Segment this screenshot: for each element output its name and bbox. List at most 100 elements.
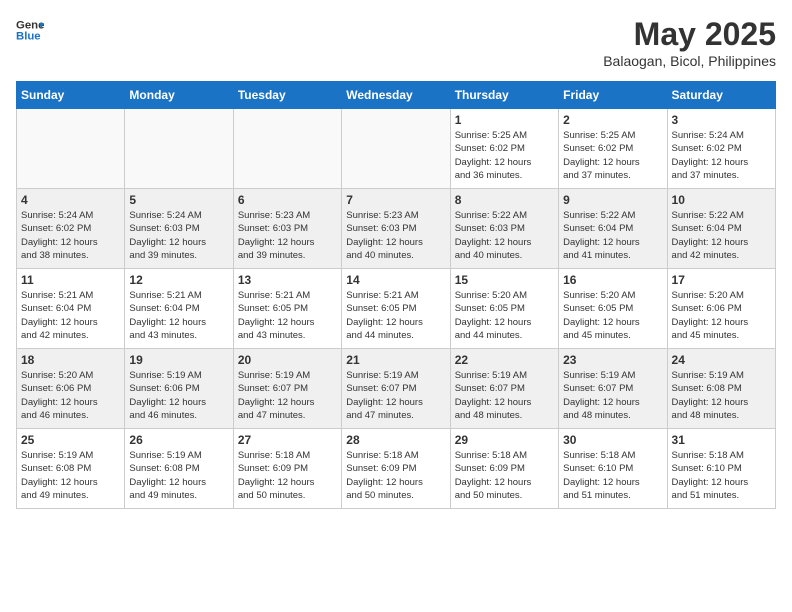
day-number: 9 [563,193,662,207]
day-info: Sunrise: 5:19 AM Sunset: 6:07 PM Dayligh… [346,369,445,422]
calendar-week-row: 1 Sunrise: 5:25 AM Sunset: 6:02 PM Daylig… [17,109,776,189]
day-info: Sunrise: 5:23 AM Sunset: 6:03 PM Dayligh… [238,209,337,262]
calendar-cell: 16 Sunrise: 5:20 AM Sunset: 6:05 PM Dayli… [559,269,667,349]
day-number: 12 [129,273,228,287]
day-info: Sunrise: 5:21 AM Sunset: 6:05 PM Dayligh… [238,289,337,342]
day-info: Sunrise: 5:18 AM Sunset: 6:09 PM Dayligh… [346,449,445,502]
day-info: Sunrise: 5:20 AM Sunset: 6:05 PM Dayligh… [563,289,662,342]
day-number: 7 [346,193,445,207]
day-number: 5 [129,193,228,207]
calendar-cell: 30Sunrise: 5:18 AM Sunset: 6:10 PM Dayli… [559,429,667,509]
calendar-cell: 19Sunrise: 5:19 AM Sunset: 6:06 PM Dayli… [125,349,233,429]
day-info: Sunrise: 5:23 AM Sunset: 6:03 PM Dayligh… [346,209,445,262]
day-number: 22 [455,353,554,367]
day-number: 23 [563,353,662,367]
day-number: 21 [346,353,445,367]
day-info: Sunrise: 5:24 AM Sunset: 6:02 PM Dayligh… [21,209,120,262]
calendar-week-row: 11Sunrise: 5:21 AM Sunset: 6:04 PM Dayli… [17,269,776,349]
svg-text:Blue: Blue [16,31,41,43]
logo: General Blue [16,16,44,44]
calendar-cell: 26 Sunrise: 5:19 AM Sunset: 6:08 PM Dayli… [125,429,233,509]
day-number: 2 [563,113,662,127]
day-number: 15 [455,273,554,287]
day-info: Sunrise: 5:24 AM Sunset: 6:02 PM Dayligh… [672,129,771,182]
location: Balaogan, Bicol, Philippines [603,53,776,69]
day-info: Sunrise: 5:18 AM Sunset: 6:10 PM Dayligh… [672,449,771,502]
weekday-header-tuesday: Tuesday [233,82,341,109]
calendar-cell: 11Sunrise: 5:21 AM Sunset: 6:04 PM Dayli… [17,269,125,349]
calendar-cell: 17Sunrise: 5:20 AM Sunset: 6:06 PM Dayli… [667,269,775,349]
day-info: Sunrise: 5:19 AM Sunset: 6:07 PM Dayligh… [455,369,554,422]
day-number: 24 [672,353,771,367]
day-info: Sunrise: 5:20 AM Sunset: 6:05 PM Dayligh… [455,289,554,342]
day-number: 30 [563,433,662,447]
day-info: Sunrise: 5:18 AM Sunset: 6:09 PM Dayligh… [455,449,554,502]
day-info: Sunrise: 5:24 AM Sunset: 6:03 PM Dayligh… [129,209,228,262]
day-number: 16 [563,273,662,287]
calendar-week-row: 18Sunrise: 5:20 AM Sunset: 6:06 PM Dayli… [17,349,776,429]
day-number: 28 [346,433,445,447]
calendar-cell: 13 Sunrise: 5:21 AM Sunset: 6:05 PM Dayli… [233,269,341,349]
day-info: Sunrise: 5:21 AM Sunset: 6:04 PM Dayligh… [21,289,120,342]
calendar-cell [125,109,233,189]
day-number: 18 [21,353,120,367]
day-number: 1 [455,113,554,127]
logo-icon: General Blue [16,16,44,44]
calendar-cell: 29 Sunrise: 5:18 AM Sunset: 6:09 PM Dayli… [450,429,558,509]
day-number: 29 [455,433,554,447]
calendar-cell: 12 Sunrise: 5:21 AM Sunset: 6:04 PM Dayli… [125,269,233,349]
day-info: Sunrise: 5:19 AM Sunset: 6:07 PM Dayligh… [238,369,337,422]
day-info: Sunrise: 5:25 AM Sunset: 6:02 PM Dayligh… [563,129,662,182]
calendar-cell: 1 Sunrise: 5:25 AM Sunset: 6:02 PM Daylig… [450,109,558,189]
calendar-cell [17,109,125,189]
calendar-cell: 4 Sunrise: 5:24 AM Sunset: 6:02 PM Daylig… [17,189,125,269]
day-info: Sunrise: 5:22 AM Sunset: 6:04 PM Dayligh… [563,209,662,262]
day-info: Sunrise: 5:19 AM Sunset: 6:08 PM Dayligh… [672,369,771,422]
day-number: 10 [672,193,771,207]
day-number: 26 [129,433,228,447]
calendar-cell: 28 Sunrise: 5:18 AM Sunset: 6:09 PM Dayli… [342,429,450,509]
calendar-cell: 27 Sunrise: 5:18 AM Sunset: 6:09 PM Dayli… [233,429,341,509]
page-header: General Blue May 2025 Balaogan, Bicol, P… [16,16,776,69]
calendar-cell [342,109,450,189]
calendar-cell: 25 Sunrise: 5:19 AM Sunset: 6:08 PM Dayli… [17,429,125,509]
day-number: 4 [21,193,120,207]
day-info: Sunrise: 5:19 AM Sunset: 6:08 PM Dayligh… [21,449,120,502]
svg-text:General: General [16,19,44,31]
day-number: 13 [238,273,337,287]
calendar-cell: 10 Sunrise: 5:22 AM Sunset: 6:04 PM Dayli… [667,189,775,269]
day-number: 27 [238,433,337,447]
weekday-header-saturday: Saturday [667,82,775,109]
day-info: Sunrise: 5:18 AM Sunset: 6:09 PM Dayligh… [238,449,337,502]
day-number: 25 [21,433,120,447]
weekday-header-monday: Monday [125,82,233,109]
calendar-cell: 2 Sunrise: 5:25 AM Sunset: 6:02 PM Daylig… [559,109,667,189]
day-info: Sunrise: 5:22 AM Sunset: 6:03 PM Dayligh… [455,209,554,262]
day-info: Sunrise: 5:21 AM Sunset: 6:04 PM Dayligh… [129,289,228,342]
weekday-header-row: SundayMondayTuesdayWednesdayThursdayFrid… [17,82,776,109]
calendar-cell: 31Sunrise: 5:18 AM Sunset: 6:10 PM Dayli… [667,429,775,509]
calendar-cell [233,109,341,189]
day-number: 6 [238,193,337,207]
calendar-cell: 9 Sunrise: 5:22 AM Sunset: 6:04 PM Daylig… [559,189,667,269]
calendar-table: SundayMondayTuesdayWednesdayThursdayFrid… [16,81,776,509]
day-info: Sunrise: 5:19 AM Sunset: 6:07 PM Dayligh… [563,369,662,422]
day-info: Sunrise: 5:25 AM Sunset: 6:02 PM Dayligh… [455,129,554,182]
calendar-cell: 14Sunrise: 5:21 AM Sunset: 6:05 PM Dayli… [342,269,450,349]
day-number: 19 [129,353,228,367]
calendar-cell: 5 Sunrise: 5:24 AM Sunset: 6:03 PM Daylig… [125,189,233,269]
calendar-week-row: 4 Sunrise: 5:24 AM Sunset: 6:02 PM Daylig… [17,189,776,269]
calendar-cell: 24 Sunrise: 5:19 AM Sunset: 6:08 PM Dayli… [667,349,775,429]
month-year: May 2025 [603,16,776,53]
weekday-header-friday: Friday [559,82,667,109]
weekday-header-thursday: Thursday [450,82,558,109]
day-info: Sunrise: 5:19 AM Sunset: 6:08 PM Dayligh… [129,449,228,502]
calendar-cell: 15 Sunrise: 5:20 AM Sunset: 6:05 PM Dayli… [450,269,558,349]
day-number: 8 [455,193,554,207]
day-info: Sunrise: 5:22 AM Sunset: 6:04 PM Dayligh… [672,209,771,262]
calendar-cell: 22 Sunrise: 5:19 AM Sunset: 6:07 PM Dayli… [450,349,558,429]
day-info: Sunrise: 5:20 AM Sunset: 6:06 PM Dayligh… [672,289,771,342]
calendar-week-row: 25 Sunrise: 5:19 AM Sunset: 6:08 PM Dayli… [17,429,776,509]
calendar-cell: 7 Sunrise: 5:23 AM Sunset: 6:03 PM Daylig… [342,189,450,269]
calendar-cell: 18Sunrise: 5:20 AM Sunset: 6:06 PM Dayli… [17,349,125,429]
